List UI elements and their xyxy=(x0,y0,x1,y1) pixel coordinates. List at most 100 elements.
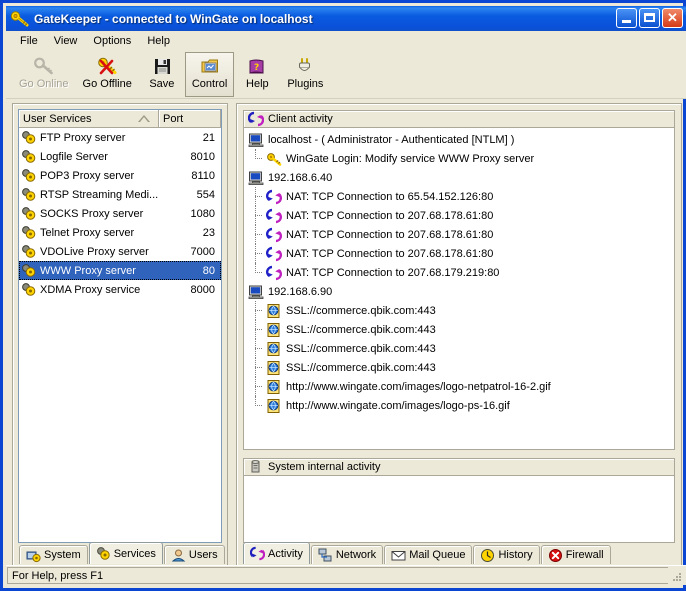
user-services-list[interactable]: User Services Port FTP Proxy server 21 Log… xyxy=(18,109,222,543)
service-row[interactable]: SOCKS Proxy server 1080 xyxy=(19,204,221,223)
tree-activity-node[interactable]: SSL://commerce.qbik.com:443 xyxy=(244,358,674,377)
control-button[interactable]: Control xyxy=(185,52,234,97)
save-button[interactable]: Save xyxy=(139,52,185,97)
tab-firewall[interactable]: Firewall xyxy=(541,545,611,564)
tab-system[interactable]: System xyxy=(19,545,88,564)
computer-icon xyxy=(248,284,264,300)
tab-network[interactable]: Network xyxy=(311,545,383,564)
tab-users[interactable]: Users xyxy=(164,545,225,564)
tree-node-label: SSL://commerce.qbik.com:443 xyxy=(286,362,436,374)
tree-activity-node[interactable]: SSL://commerce.qbik.com:443 xyxy=(244,339,674,358)
tree-node-label: 192.168.6.90 xyxy=(268,286,332,298)
minimize-button[interactable] xyxy=(616,8,637,28)
nat-arrows-icon xyxy=(266,246,282,262)
service-row[interactable]: Telnet Proxy server23 xyxy=(19,223,221,242)
column-header-user-services[interactable]: User Services xyxy=(19,110,159,127)
window-title: GateKeeper - connected to WinGate on loc… xyxy=(34,12,313,26)
service-row[interactable]: POP3 Proxy server8110 xyxy=(19,166,221,185)
tree-node-label: NAT: TCP Connection to 207.68.179.219:80 xyxy=(286,267,499,279)
tab-services[interactable]: Services xyxy=(89,542,163,564)
service-name-cell: SOCKS Proxy server xyxy=(21,206,159,221)
tree-activity-node[interactable]: http://www.wingate.com/images/logo-ps-16… xyxy=(244,396,674,415)
menu-options[interactable]: Options xyxy=(85,33,139,49)
tab-firewall-label: Firewall xyxy=(566,549,604,561)
column-header-port[interactable]: Port xyxy=(159,110,221,127)
go-offline-button[interactable]: Go Offline xyxy=(76,52,139,97)
tab-services-label: Services xyxy=(114,548,156,560)
tree-activity-node[interactable]: SSL://commerce.qbik.com:443 xyxy=(244,320,674,339)
services-panel: User Services Port FTP Proxy server 21 Log… xyxy=(12,103,228,571)
service-row[interactable]: WWW Proxy server80 xyxy=(19,261,221,280)
plugins-button[interactable]: Plugins xyxy=(280,52,330,97)
computer-icon xyxy=(248,170,264,186)
system-activity-header-label: System internal activity xyxy=(268,461,380,473)
tree-host-node[interactable]: 192.168.6.40 xyxy=(244,168,674,187)
service-gear-icon xyxy=(21,149,37,164)
system-activity-header: System internal activity xyxy=(243,458,675,476)
resize-grip[interactable] xyxy=(668,568,684,584)
go-online-button[interactable]: Go Online xyxy=(12,52,76,97)
service-row[interactable]: Logfile Server8010 xyxy=(19,147,221,166)
service-port-cell: 8110 xyxy=(159,170,221,182)
client-activity-tree[interactable]: localhost - ( Administrator - Authentica… xyxy=(243,128,675,450)
tree-activity-node[interactable]: http://www.wingate.com/images/logo-netpa… xyxy=(244,377,674,396)
web-page-icon xyxy=(266,398,282,414)
svg-text:?: ? xyxy=(254,63,259,73)
services-icon xyxy=(96,546,111,561)
service-row[interactable]: VDOLive Proxy server7000 xyxy=(19,242,221,261)
tab-mail-queue-label: Mail Queue xyxy=(409,549,465,561)
tab-mail-queue[interactable]: Mail Queue xyxy=(384,545,472,564)
tree-host-node[interactable]: localhost - ( Administrator - Authentica… xyxy=(244,130,674,149)
right-tabstrip: Activity Network xyxy=(243,542,612,564)
help-button[interactable]: ? Help xyxy=(234,52,280,97)
tree-activity-node[interactable]: SSL://commerce.qbik.com:443 xyxy=(244,301,674,320)
key-icon xyxy=(266,151,282,167)
tree-host-node[interactable]: 192.168.6.90 xyxy=(244,282,674,301)
go-online-label: Go Online xyxy=(19,78,69,90)
menu-file[interactable]: File xyxy=(12,33,46,49)
service-port-cell: 1080 xyxy=(159,208,221,220)
service-name-label: RTSP Streaming Medi... xyxy=(40,189,158,201)
service-port-cell: 7000 xyxy=(159,246,221,258)
tab-activity[interactable]: Activity xyxy=(243,542,310,564)
tree-activity-node[interactable]: NAT: TCP Connection to 207.68.178.61:80 xyxy=(244,244,674,263)
service-row[interactable]: XDMA Proxy service8000 xyxy=(19,280,221,299)
network-icon xyxy=(318,548,333,563)
key-icon xyxy=(10,10,30,28)
menu-help[interactable]: Help xyxy=(139,33,178,49)
service-row[interactable]: RTSP Streaming Medi...554 xyxy=(19,185,221,204)
tree-activity-node[interactable]: NAT: TCP Connection to 65.54.152.126:80 xyxy=(244,187,674,206)
firewall-shield-icon xyxy=(548,548,563,563)
service-gear-icon xyxy=(21,168,37,183)
tree-node-label: WinGate Login: Modify service WWW Proxy … xyxy=(286,153,534,165)
service-name-cell: RTSP Streaming Medi... xyxy=(21,187,159,202)
tree-activity-node[interactable]: NAT: TCP Connection to 207.68.178.61:80 xyxy=(244,225,674,244)
web-page-icon xyxy=(266,341,282,357)
tab-network-label: Network xyxy=(336,549,376,561)
tree-activity-node[interactable]: WinGate Login: Modify service WWW Proxy … xyxy=(244,149,674,168)
tree-activity-node[interactable]: NAT: TCP Connection to 207.68.178.61:80 xyxy=(244,206,674,225)
column-header-port-label: Port xyxy=(163,113,183,125)
tree-node-label: SSL://commerce.qbik.com:443 xyxy=(286,343,436,355)
service-gear-icon xyxy=(21,206,37,221)
activity-arrows-icon xyxy=(248,111,264,127)
tree-node-label: SSL://commerce.qbik.com:443 xyxy=(286,305,436,317)
tree-node-label: NAT: TCP Connection to 65.54.152.126:80 xyxy=(286,191,493,203)
close-button[interactable] xyxy=(662,8,683,28)
tab-history-label: History xyxy=(498,549,532,561)
menu-view[interactable]: View xyxy=(46,33,86,49)
service-port-cell: 21 xyxy=(159,132,221,144)
go-offline-label: Go Offline xyxy=(83,78,132,90)
plugins-icon xyxy=(294,56,316,77)
maximize-button[interactable] xyxy=(639,8,660,28)
activity-panel: Client activity localhost - ( Administra… xyxy=(236,103,682,571)
control-panel-icon xyxy=(199,56,221,77)
tab-history[interactable]: History xyxy=(473,545,539,564)
service-name-label: FTP Proxy server xyxy=(40,132,125,144)
system-activity-tree[interactable] xyxy=(243,476,675,543)
key-cross-icon xyxy=(96,56,118,77)
tree-node-label: http://www.wingate.com/images/logo-ps-16… xyxy=(286,400,510,412)
tree-activity-node[interactable]: NAT: TCP Connection to 207.68.179.219:80 xyxy=(244,263,674,282)
service-name-label: SOCKS Proxy server xyxy=(40,208,143,220)
service-row[interactable]: FTP Proxy server 21 xyxy=(19,128,221,147)
